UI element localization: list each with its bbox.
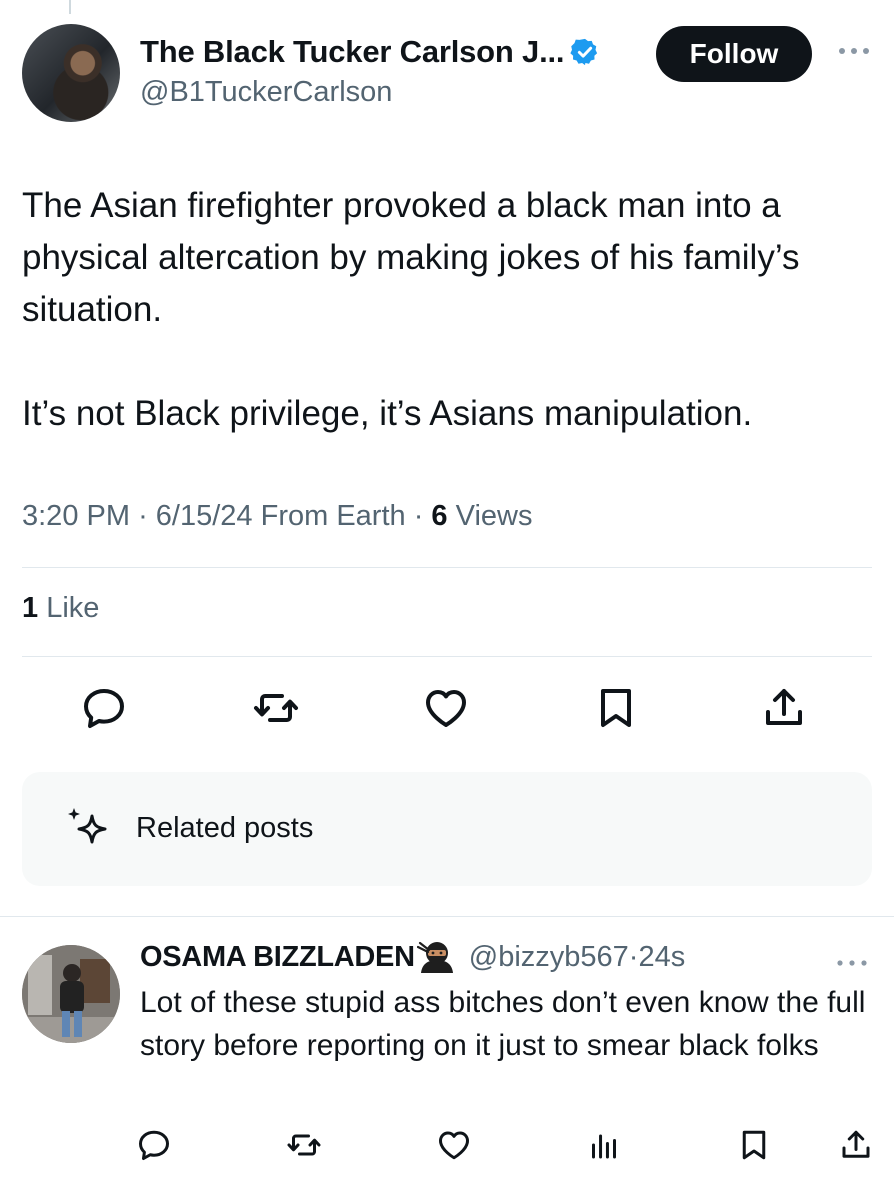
follow-button[interactable]: Follow — [656, 26, 812, 82]
tweet-paragraph: It’s not Black privilege, it’s Asians ma… — [22, 394, 753, 433]
share-icon[interactable] — [760, 684, 808, 732]
tweet-source: From Earth — [260, 500, 406, 532]
likes-label: Like — [46, 592, 100, 624]
likes-summary[interactable]: 1 Like — [22, 592, 99, 625]
tweet-date[interactable]: 6/15/24 — [156, 500, 253, 532]
tweet-time[interactable]: 3:20 PM — [22, 500, 130, 532]
author-display-name-text: The Black Tucker Carlson J... — [140, 34, 565, 69]
related-posts-label: Related posts — [136, 812, 314, 844]
reply-post[interactable]: OSAMA BIZZLADEN @bizzyb567 · 24s Lot of … — [0, 916, 894, 1200]
bookmark-icon[interactable] — [592, 684, 640, 732]
tweet-paragraph: The Asian firefighter provoked a black m… — [22, 186, 800, 329]
tweet-actions — [0, 684, 894, 734]
reply-header: OSAMA BIZZLADEN @bizzyb567 · 24s — [140, 939, 685, 975]
reply-icon[interactable] — [80, 684, 128, 732]
ninja-icon — [416, 941, 453, 973]
views-count: 6 — [431, 500, 448, 532]
divider — [22, 656, 872, 657]
sparkle-icon — [68, 808, 107, 844]
reply-icon[interactable] — [136, 1127, 172, 1163]
reply-separator: · — [628, 940, 639, 973]
meta-separator: · — [413, 500, 432, 532]
share-icon[interactable] — [838, 1127, 874, 1163]
tweet-body: The Asian firefighter provoked a black m… — [22, 180, 874, 492]
like-icon[interactable] — [436, 1127, 472, 1163]
reply-more-options-icon[interactable] — [832, 951, 872, 975]
reply-avatar-image — [22, 945, 120, 1043]
reply-actions — [0, 1127, 894, 1167]
bookmark-icon[interactable] — [736, 1127, 772, 1163]
reply-age[interactable]: 24s — [638, 941, 685, 974]
likes-count: 1 — [22, 592, 39, 624]
views-label: Views — [455, 500, 533, 532]
verified-badge-icon — [570, 38, 598, 66]
author-avatar[interactable] — [22, 24, 120, 122]
related-posts-card[interactable]: Related posts — [22, 772, 872, 886]
author-display-name[interactable]: The Black Tucker Carlson J... — [140, 34, 600, 70]
thread-connector — [69, 0, 71, 14]
retweet-icon[interactable] — [286, 1127, 322, 1163]
tweet-meta: 3:20 PM · 6/15/24 From Earth · 6 Views — [22, 500, 532, 533]
like-icon[interactable] — [422, 684, 470, 732]
meta-separator: · — [138, 500, 156, 532]
views-icon[interactable] — [586, 1127, 622, 1163]
reply-body: Lot of these stupid ass bitches don’t ev… — [140, 986, 866, 1062]
divider — [22, 567, 872, 568]
reply-avatar[interactable] — [22, 945, 120, 1043]
retweet-icon[interactable] — [252, 684, 300, 732]
author-handle[interactable]: @B1TuckerCarlson — [140, 76, 600, 109]
tweet-header: The Black Tucker Carlson J... @B1TuckerC… — [22, 24, 874, 124]
author-names: The Black Tucker Carlson J... @B1TuckerC… — [140, 34, 600, 109]
reply-display-name[interactable]: OSAMA BIZZLADEN — [140, 941, 415, 974]
reply-handle[interactable]: @bizzyb567 — [469, 941, 629, 974]
more-options-icon[interactable] — [834, 36, 874, 66]
